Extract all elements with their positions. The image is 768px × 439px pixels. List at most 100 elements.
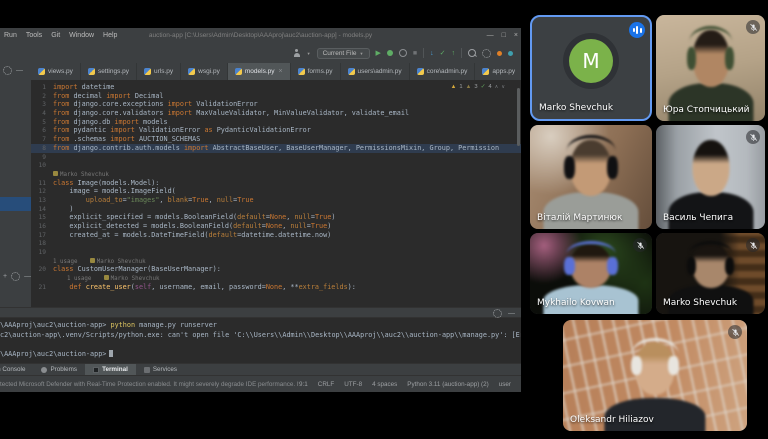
editor-tab-label: core\admin.py xyxy=(427,68,468,75)
code-annotation[interactable]: Marko Shevchuk xyxy=(31,170,521,179)
add-icon[interactable]: + xyxy=(3,273,7,280)
settings-gear-icon[interactable] xyxy=(482,49,491,58)
tool-tab-label: Python Console xyxy=(0,366,25,373)
editor-scrollbar[interactable] xyxy=(517,88,520,146)
code-line[interactable]: 5from django.db import models xyxy=(31,118,521,127)
code-line[interactable]: 6from pydantic import ValidationError as… xyxy=(31,126,521,135)
code-line[interactable]: 14 ) xyxy=(31,205,521,214)
code-line[interactable]: 21 def create_user(self, username, email… xyxy=(31,283,521,292)
status-item[interactable]: CRLF xyxy=(318,381,334,388)
close-tab-icon[interactable]: × xyxy=(278,68,282,75)
menu-tools[interactable]: Tools xyxy=(26,32,42,39)
code-line[interactable]: 17 created_at = models.DateTimeField(def… xyxy=(31,231,521,240)
status-item[interactable]: 9:1 xyxy=(299,381,308,388)
participant-name: Mykhailo Kovwan xyxy=(537,298,615,308)
terminal-output[interactable]: \AAAproj\auc2\auction-app> python manage… xyxy=(0,318,521,363)
editor-tab[interactable]: core\admin.py xyxy=(410,63,476,80)
code-line[interactable]: 13 upload_to="images", blank=True, null=… xyxy=(31,196,521,205)
search-everywhere-icon[interactable] xyxy=(468,49,476,57)
participant-tile[interactable]: MMarko Shevchuk xyxy=(530,15,652,121)
menu-help[interactable]: Help xyxy=(103,32,117,39)
project-selected-row[interactable] xyxy=(0,197,31,211)
participant-tile[interactable]: Mykhailo Kovwan xyxy=(530,233,652,314)
participant-tile[interactable]: Marko Shevchuk xyxy=(656,233,765,314)
code-line[interactable]: 8from django.contrib.auth.models import … xyxy=(31,144,521,153)
terminal-minimize-icon[interactable]: — xyxy=(508,310,515,317)
tool-tab-label: Terminal xyxy=(102,366,128,373)
code-line[interactable]: 7from .schemas import AUCTION_SCHEMAS xyxy=(31,135,521,144)
maximize-button[interactable]: □ xyxy=(502,32,506,39)
title-bar: RunToolsGitWindowHelp auction-app [C:\Us… xyxy=(0,28,521,44)
tool-tab-terminal[interactable]: Terminal xyxy=(85,364,136,375)
code-line[interactable]: 1import datetime xyxy=(31,83,521,92)
code-line[interactable]: 9 xyxy=(31,153,521,162)
tool-tab-problems[interactable]: Problems xyxy=(33,364,85,375)
warning-icon xyxy=(451,84,457,90)
user-account-icon[interactable] xyxy=(293,49,301,57)
inspection-count: 4 xyxy=(488,84,491,90)
code-line[interactable]: 16 explicit_detected = models.BooleanFie… xyxy=(31,222,521,231)
code-line[interactable]: 15 explicit_specified = models.BooleanFi… xyxy=(31,213,521,222)
git-commit-button[interactable]: ✓ xyxy=(440,49,446,57)
code-line[interactable]: 19 xyxy=(31,248,521,257)
editor-tab[interactable]: wsgi.py xyxy=(181,63,228,80)
mic-off-icon xyxy=(633,238,647,252)
code-line[interactable]: 11class Image(models.Model): xyxy=(31,179,521,188)
notification-dot-teal[interactable] xyxy=(508,51,513,56)
close-button[interactable]: × xyxy=(514,32,518,39)
git-update-button[interactable]: ↓ xyxy=(430,50,434,57)
notification-dot-orange[interactable] xyxy=(497,51,502,56)
tool-tab-python[interactable]: Python Console xyxy=(0,364,33,375)
status-item[interactable]: 4 spaces xyxy=(372,381,397,388)
status-item[interactable]: UTF-8 xyxy=(344,381,362,388)
code-line[interactable]: 10 xyxy=(31,161,521,170)
tool-tab-services[interactable]: Services xyxy=(136,364,185,375)
editor-tab[interactable]: apps.py xyxy=(475,63,521,80)
editor-tab[interactable]: views.py xyxy=(31,63,81,80)
participant-tile[interactable]: Віталій Мартинюк xyxy=(530,125,652,229)
panel-collapse-icon[interactable]: — xyxy=(16,67,23,74)
coverage-button[interactable] xyxy=(399,49,407,57)
editor-tabs: views.py settings.py urls.pywsgi.pymodels.… xyxy=(31,63,521,81)
status-item[interactable]: user xyxy=(499,381,511,388)
prev-issue-icon[interactable]: ∧ xyxy=(495,84,499,90)
inspection-widget[interactable]: 134∧∨ xyxy=(449,84,507,90)
project-panel-edge[interactable]: — + — xyxy=(0,63,32,307)
panel-settings-gear-icon[interactable] xyxy=(11,272,20,281)
editor[interactable]: 1import datetime2from decimal import Dec… xyxy=(31,80,521,307)
code-annotation[interactable]: 1 usage Marko Shevchuk xyxy=(31,274,521,283)
code-line[interactable]: 2from decimal import Decimal xyxy=(31,92,521,101)
status-bar: tected Microsoft Defender with Real-Time… xyxy=(0,375,521,392)
minimize-button[interactable]: — xyxy=(487,32,494,39)
participant-name: Василь Чепига xyxy=(663,213,733,223)
editor-tab[interactable]: models.py× xyxy=(228,63,291,80)
menu-git[interactable]: Git xyxy=(51,32,60,39)
run-configuration-select[interactable]: Current File ▼ xyxy=(317,48,370,59)
editor-tab[interactable]: forms.py xyxy=(291,63,341,80)
code-line[interactable]: 20class CustomUserManager(BaseUserManage… xyxy=(31,265,521,274)
code-line[interactable]: 12 image = models.ImageField( xyxy=(31,187,521,196)
status-item[interactable]: Python 3.11 (auction-app) (2) xyxy=(407,381,488,388)
participant-tile[interactable]: Василь Чепига xyxy=(656,125,765,229)
terminal-settings-gear-icon[interactable] xyxy=(493,309,502,318)
participant-tile[interactable]: Юра Стопчицький xyxy=(656,15,765,121)
editor-tab[interactable]: urls.py xyxy=(137,63,181,80)
editor-tab-label: users\admin.py xyxy=(358,68,402,75)
menu-run[interactable]: Run xyxy=(4,32,17,39)
panel-settings-gear-icon[interactable] xyxy=(3,66,12,75)
code-line[interactable]: 18 xyxy=(31,239,521,248)
code-annotation[interactable]: 1 usage Marko Shevchuk xyxy=(31,257,521,266)
editor-tab[interactable]: settings.py xyxy=(81,63,137,80)
editor-tab[interactable]: users\admin.py xyxy=(341,63,410,80)
menu-window[interactable]: Window xyxy=(69,32,94,39)
code-line[interactable]: 4from django.core.validators import MaxV… xyxy=(31,109,521,118)
run-button[interactable]: ▶ xyxy=(376,49,381,57)
divider xyxy=(423,48,424,58)
debug-button[interactable] xyxy=(387,50,393,56)
next-issue-icon[interactable]: ∨ xyxy=(501,84,505,90)
stop-button[interactable]: ■ xyxy=(413,50,417,57)
git-push-button[interactable]: ↑ xyxy=(452,50,456,57)
code-line[interactable]: 3from django.core.exceptions import Vali… xyxy=(31,100,521,109)
editor-tab-label: settings.py xyxy=(98,68,129,75)
participant-tile[interactable]: Oleksandr Hiliazov xyxy=(563,320,747,431)
